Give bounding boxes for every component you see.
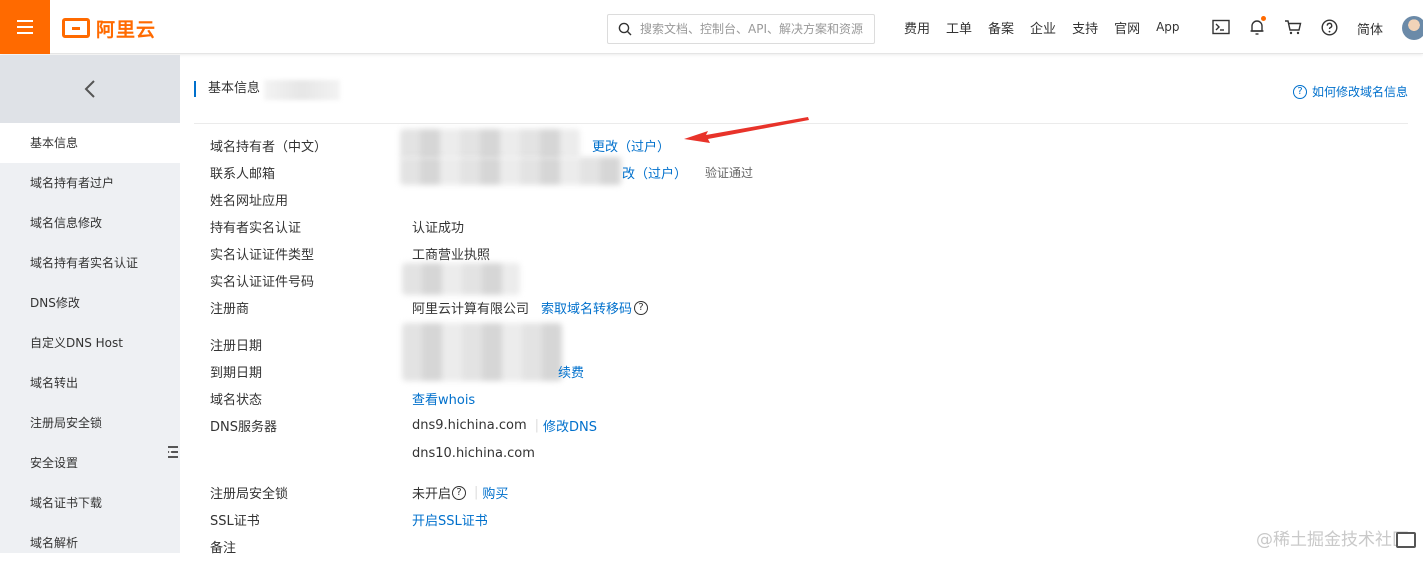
nav-app[interactable]: App [1156,20,1179,34]
enable-ssl-link[interactable]: 开启SSL证书 [412,510,488,529]
whois-link[interactable]: 查看whois [412,389,475,408]
watermark: @稀土掘金技术社区 [1256,530,1409,550]
user-avatar[interactable] [1402,16,1423,40]
holder-name-blurred [400,129,580,159]
question-circle-icon[interactable]: ? [452,485,467,500]
sidebar-item-info-modify[interactable]: 域名信息修改 [0,203,180,243]
language-switch[interactable]: 简体 [1357,19,1383,38]
label-reg-date: 注册日期 [210,339,263,354]
nav-fees[interactable]: 费用 [904,18,930,37]
label-ssl-cert: SSL证书 [210,514,260,529]
sidebar-collapse-handle[interactable] [166,441,180,463]
label-registry-lock: 注册局安全锁 [210,487,289,502]
sidebar-item-custom-dns-host[interactable]: 自定义DNS Host [0,323,180,363]
top-nav: 费用 工单 备案 企业 支持 官网 App [896,0,1188,54]
email-blurred [400,157,622,185]
label-personal-site: 姓名网址应用 [210,194,289,209]
nav-tickets[interactable]: 工单 [946,18,972,37]
terminal-icon[interactable] [1210,16,1232,38]
label-doc-type: 实名认证证件类型 [210,248,315,263]
label-dns-servers: DNS服务器 [210,420,277,435]
sidebar: 基本信息 域名持有者过户 域名信息修改 域名持有者实名认证 DNS修改 自定义D… [0,55,180,553]
nav-icp[interactable]: 备案 [988,18,1014,37]
sidebar-item-security[interactable]: 安全设置 [0,443,180,483]
holder-transfer-link[interactable]: 更改（过户） [592,136,670,155]
aliyun-logo-icon [62,18,90,38]
registry-lock-status: 未开启 [412,487,452,502]
collapse-icon [168,446,178,458]
help-icon[interactable] [1318,16,1340,38]
aliyun-logo[interactable]: 阿里云 [62,16,157,41]
cart-icon[interactable] [1282,16,1304,38]
email-transfer-link[interactable]: 改（过户） [622,163,687,182]
chat-icon[interactable] [1396,532,1416,548]
sidebar-item-basic-info[interactable]: 基本信息 [0,123,180,163]
sidebar-item-realname[interactable]: 域名持有者实名认证 [0,243,180,283]
search-box[interactable] [607,14,875,44]
email-verify-status: 验证通过 [705,166,754,180]
help-modify-domain-link[interactable]: ? 如何修改域名信息 [1292,83,1408,100]
request-transfer-code-link[interactable]: 索取域名转移码 [541,298,632,317]
question-circle-icon[interactable]: ? [634,300,649,315]
notification-dot [1261,16,1266,21]
domain-name-blurred [264,80,340,100]
dates-blurred [402,323,562,381]
label-remark: 备注 [210,541,237,556]
label-registrar: 注册商 [210,302,250,317]
divider [194,123,1408,124]
top-bar: 阿里云 费用 工单 备案 企业 支持 官网 App 简体 [0,0,1423,54]
modify-dns-link[interactable]: 修改DNS [543,416,597,435]
hamburger-icon [17,20,33,22]
nav-support[interactable]: 支持 [1072,18,1098,37]
bell-icon[interactable] [1246,16,1268,38]
nav-official-site[interactable]: 官网 [1114,18,1140,37]
hamburger-menu-button[interactable] [0,0,50,54]
sidebar-item-cert-download[interactable]: 域名证书下载 [0,483,180,523]
brand-name: 阿里云 [96,18,157,41]
label-realname: 持有者实名认证 [210,221,302,236]
doc-type-value: 工商营业执照 [412,248,491,263]
dns-server-1: dns9.hichina.com [412,418,527,433]
sidebar-item-holder-transfer[interactable]: 域名持有者过户 [0,163,180,203]
search-icon [618,22,632,36]
label-domain-status: 域名状态 [210,393,263,408]
main-content: 基本信息 ? 如何修改域名信息 域名持有者（中文） 更改（过户） 联系人邮箱 改… [180,55,1423,556]
dns-server-2: dns10.hichina.com [412,446,535,461]
buy-lock-link[interactable]: 购买 [482,483,508,502]
doc-number-blurred [402,263,520,295]
renew-link[interactable]: 续费 [558,362,584,381]
sidebar-item-registry-lock[interactable]: 注册局安全锁 [0,403,180,443]
sidebar-item-dns-resolve[interactable]: 域名解析 [0,523,180,563]
sidebar-item-dns-modify[interactable]: DNS修改 [0,283,180,323]
chevron-left-icon [84,80,95,98]
nav-enterprise[interactable]: 企业 [1030,18,1056,37]
registrar-value: 阿里云计算有限公司 [412,302,530,317]
top-icons [1210,0,1340,54]
sidebar-back-button[interactable] [0,55,180,123]
realname-status: 认证成功 [412,221,465,236]
section-title: 基本信息 [194,81,260,97]
search-input[interactable] [640,22,864,36]
sidebar-item-transfer-out[interactable]: 域名转出 [0,363,180,403]
label-doc-number: 实名认证证件号码 [210,275,315,290]
label-holder-cn: 域名持有者（中文） [210,140,328,155]
label-email: 联系人邮箱 [210,167,276,182]
question-circle-icon: ? [1292,84,1307,99]
label-exp-date: 到期日期 [210,366,263,381]
